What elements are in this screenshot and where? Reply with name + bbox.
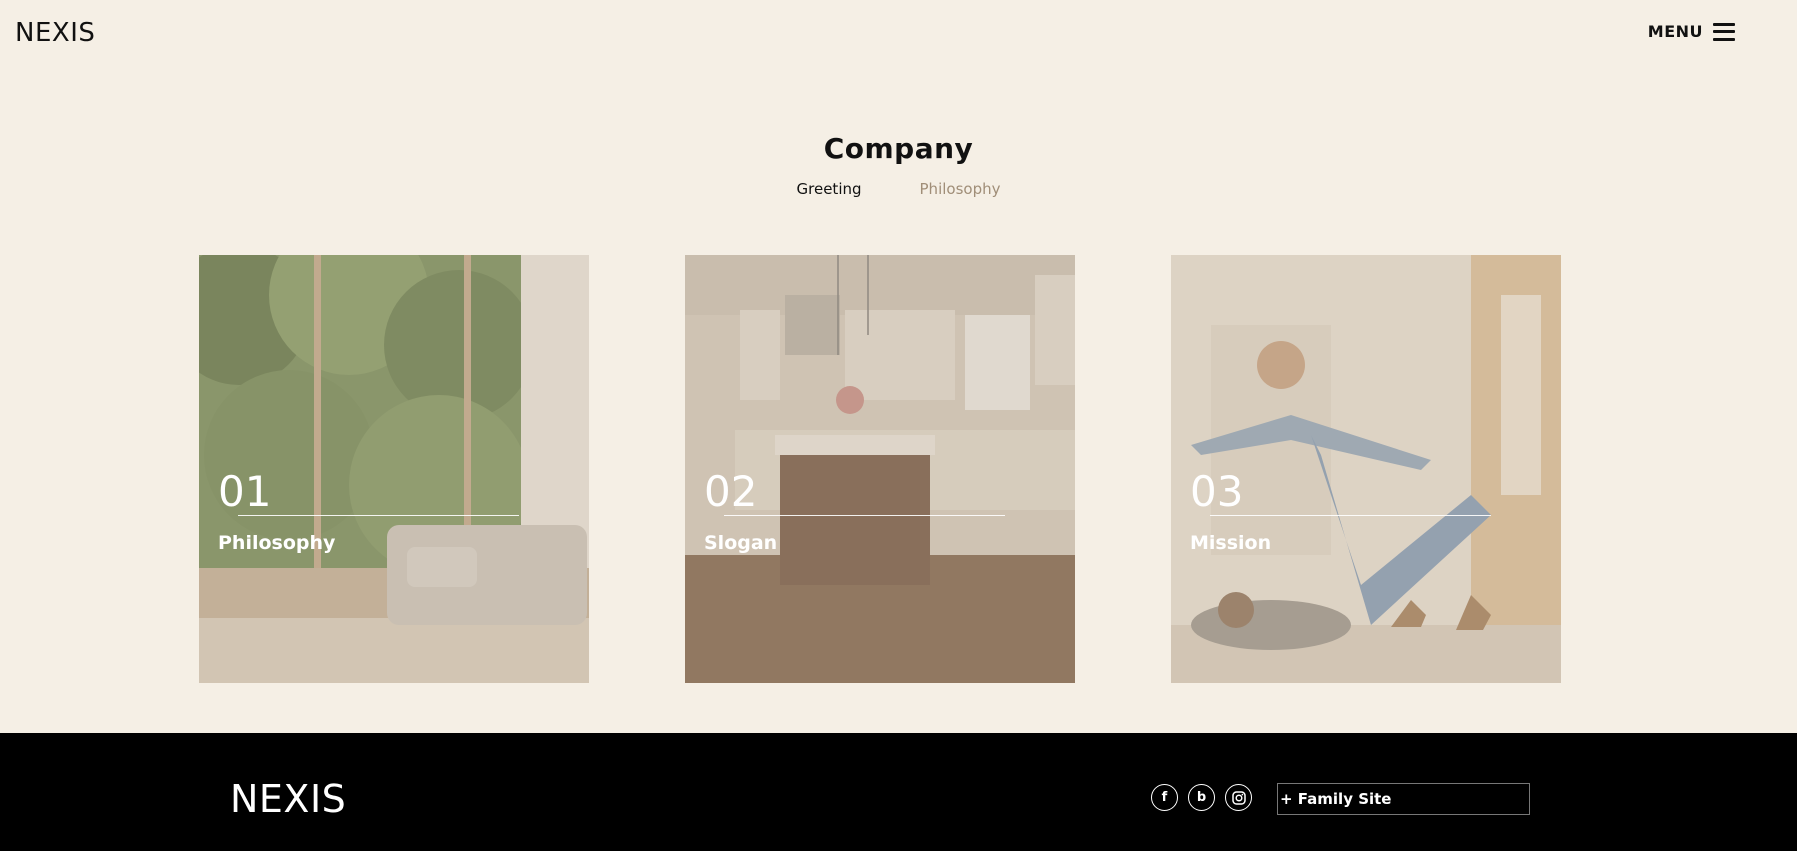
- footer-logo: NEXIS: [230, 777, 347, 821]
- card-label: Mission: [1190, 532, 1272, 554]
- menu-label: MENU: [1647, 22, 1703, 41]
- menu-button[interactable]: MENU: [1648, 22, 1735, 41]
- footer: NEXIS f b + Family Site: [0, 733, 1797, 851]
- card-divider: [724, 515, 1005, 516]
- family-site-select[interactable]: + Family Site: [1277, 783, 1530, 815]
- blog-icon[interactable]: b: [1188, 784, 1215, 811]
- card-philosophy[interactable]: 01 Philosophy: [199, 255, 589, 683]
- card-divider: [238, 515, 519, 516]
- card-number: 01: [218, 467, 272, 516]
- card-label: Philosophy: [218, 532, 336, 554]
- card-label: Slogan: [704, 532, 778, 554]
- instagram-glyph: [1231, 790, 1246, 805]
- card-slogan[interactable]: 02 Slogan: [685, 255, 1075, 683]
- card-number: 02: [704, 467, 758, 516]
- subnav: Greeting Philosophy: [0, 180, 1797, 198]
- subnav-greeting[interactable]: Greeting: [797, 180, 862, 198]
- card-number: 03: [1190, 467, 1244, 516]
- page-title: Company: [823, 132, 974, 165]
- card-mission[interactable]: 03 Mission: [1171, 255, 1561, 683]
- logo[interactable]: NEXIS: [15, 18, 95, 48]
- header: NEXIS MENU: [0, 0, 1797, 70]
- social-links: f b: [1151, 784, 1252, 811]
- facebook-icon[interactable]: f: [1151, 784, 1178, 811]
- hamburger-icon: [1713, 22, 1735, 41]
- subnav-philosophy[interactable]: Philosophy: [920, 180, 1001, 198]
- card-divider: [1210, 515, 1491, 516]
- instagram-icon[interactable]: [1225, 784, 1252, 811]
